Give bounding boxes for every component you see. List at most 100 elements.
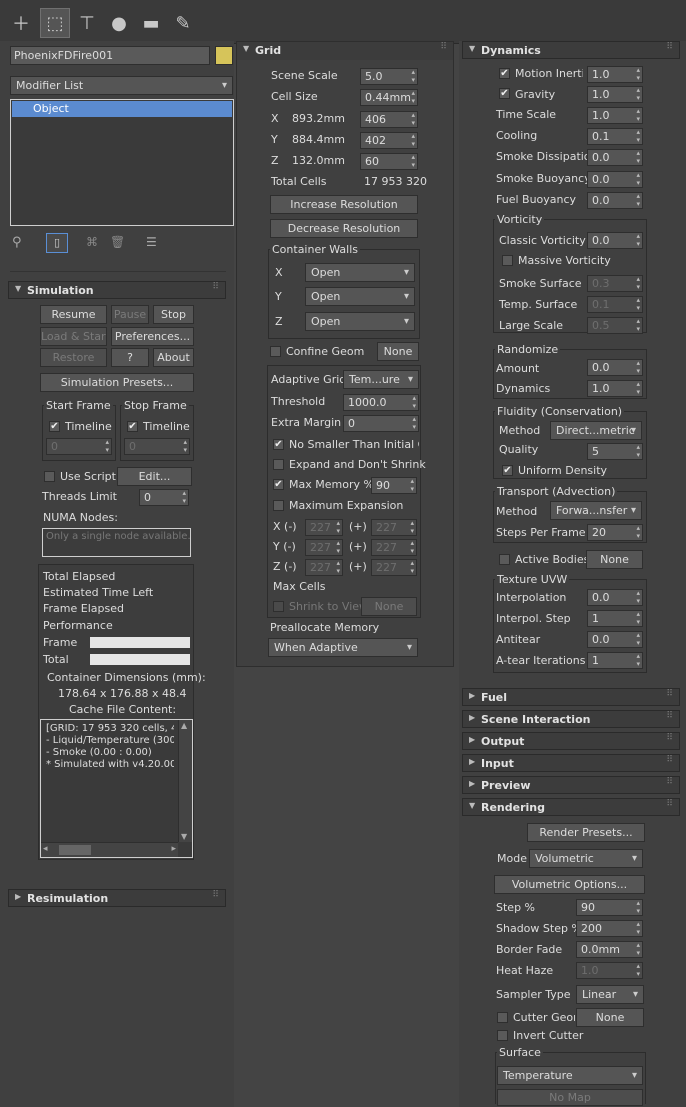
atear-iterations-spinner[interactable]: 1 [587, 652, 643, 669]
create-icon[interactable]: ＋ [6, 8, 36, 38]
surface-map-button[interactable]: No Map [497, 1089, 643, 1106]
uniform-density-checkbox[interactable]: ✔ [502, 465, 513, 476]
shrink-to-view-checkbox[interactable] [273, 601, 284, 612]
remove-modifier-icon[interactable]: 🗑 [110, 235, 125, 249]
stop-timeline-checkbox[interactable]: ✔ [127, 421, 138, 432]
interpolation-spinner[interactable]: 0.0 [587, 589, 643, 606]
rollout-preview[interactable]: ▶ Preview ⠿ [462, 776, 680, 794]
heat-haze-spinner[interactable]: 1.0 [576, 962, 643, 979]
rollout-fuel[interactable]: ▶ Fuel ⠿ [462, 688, 680, 706]
time-scale-spinner[interactable]: 1.0 [587, 107, 643, 124]
stop-frame-spinner[interactable]: 0 [124, 438, 190, 455]
temp-surface-spinner[interactable]: 0.1 [587, 296, 643, 313]
max-memory-spinner[interactable]: 90 [371, 477, 417, 494]
no-smaller-checkbox[interactable]: ✔ [273, 439, 284, 450]
smoke-buoyancy-spinner[interactable]: 0.0 [587, 171, 643, 188]
restore-button[interactable]: Restore [40, 348, 107, 367]
increase-resolution-button[interactable]: Increase Resolution [270, 195, 418, 214]
use-script-checkbox[interactable] [44, 471, 55, 482]
object-name-input[interactable]: PhoenixFDFire001 [10, 46, 210, 65]
motion-inertia-checkbox[interactable]: ✔ [499, 68, 510, 79]
z-cells-spinner[interactable]: 60 [360, 153, 418, 170]
cell-size-spinner[interactable]: 0.44mm [360, 89, 418, 106]
large-scale-spinner[interactable]: 0.5 [587, 317, 643, 334]
steps-per-frame-spinner[interactable]: 20 [587, 524, 643, 541]
render-presets-button[interactable]: Render Presets... [527, 823, 645, 842]
preallocate-memory-dropdown[interactable]: When Adaptive [268, 638, 418, 657]
fuel-buoyancy-spinner[interactable]: 0.0 [587, 192, 643, 209]
display-icon[interactable]: ▬ [136, 8, 166, 38]
randomize-dynamics-spinner[interactable]: 1.0 [587, 380, 643, 397]
confine-geom-checkbox[interactable] [270, 346, 281, 357]
wall-y-dropdown[interactable]: Open [305, 287, 415, 306]
confine-geom-pick-button[interactable]: None [377, 342, 419, 361]
surface-channel-dropdown[interactable]: Temperature [497, 1066, 643, 1085]
transport-method-dropdown[interactable]: Forwa...nsfer [550, 501, 642, 520]
interpol-step-spinner[interactable]: 1 [587, 610, 643, 627]
help-button[interactable]: ? [111, 348, 149, 367]
rollout-grid-header[interactable]: ▼ Grid ⠿ [237, 42, 453, 60]
rollout-scene-interaction[interactable]: ▶ Scene Interaction ⠿ [462, 710, 680, 728]
smoke-surface-spinner[interactable]: 0.3 [587, 275, 643, 292]
rollout-input[interactable]: ▶ Input ⠿ [462, 754, 680, 772]
x-cells-spinner[interactable]: 406 [360, 111, 418, 128]
expand-checkbox[interactable] [273, 459, 284, 470]
numa-nodes-list[interactable]: Only a single node available. [42, 528, 191, 557]
mode-dropdown[interactable]: Volumetric [529, 849, 643, 868]
amount-spinner[interactable]: 0.0 [587, 359, 643, 376]
cache-content-textarea[interactable]: [GRID: 17 953 320 cells, 4 - Liquid/Temp… [40, 719, 193, 858]
edit-script-button[interactable]: Edit... [117, 467, 192, 486]
pause-button[interactable]: Pause [111, 305, 149, 324]
start-timeline-checkbox[interactable]: ✔ [49, 421, 60, 432]
rollout-resimulation[interactable]: ▶ Resimulation ⠿ [8, 889, 226, 907]
z-pos-spinner[interactable]: 227 [371, 559, 417, 576]
threads-limit-spinner[interactable]: 0 [139, 489, 189, 506]
scene-scale-spinner[interactable]: 5.0 [360, 68, 418, 85]
motion-icon[interactable]: ● [104, 8, 134, 38]
load-start-button[interactable]: Load & Start [40, 327, 107, 346]
wall-x-dropdown[interactable]: Open [305, 263, 415, 282]
gravity-spinner[interactable]: 1.0 [587, 86, 643, 103]
modify-icon[interactable]: ⬚ [40, 8, 70, 38]
border-fade-spinner[interactable]: 0.0mm [576, 941, 643, 958]
step-spinner[interactable]: 90 [576, 899, 643, 916]
adaptive-grid-dropdown[interactable]: Tem...ure [343, 370, 419, 389]
wall-z-dropdown[interactable]: Open [305, 312, 415, 331]
sampler-type-dropdown[interactable]: Linear [576, 985, 644, 1004]
active-bodies-pick-button[interactable]: None [586, 550, 643, 569]
preferences-button[interactable]: Preferences... [111, 327, 194, 346]
gravity-checkbox[interactable]: ✔ [499, 88, 510, 99]
rollout-rendering[interactable]: ▼ Rendering ⠿ [462, 798, 680, 816]
volumetric-options-button[interactable]: Volumetric Options... [494, 875, 645, 894]
antitear-spinner[interactable]: 0.0 [587, 631, 643, 648]
utilities-icon[interactable]: ✎ [168, 8, 198, 38]
max-expansion-checkbox[interactable] [273, 500, 284, 511]
hierarchy-icon[interactable]: ⊤ [72, 8, 102, 38]
cooling-spinner[interactable]: 0.1 [587, 128, 643, 145]
shrink-pick-button[interactable]: None [361, 597, 417, 616]
simulation-presets-button[interactable]: Simulation Presets... [40, 373, 194, 392]
modifier-list-dropdown[interactable]: Modifier List [10, 76, 233, 95]
object-color-swatch[interactable] [215, 46, 233, 65]
invert-cutter-checkbox[interactable] [497, 1030, 508, 1041]
fluidity-method-dropdown[interactable]: Direct...metric [550, 421, 642, 440]
show-end-result-icon[interactable]: ▯ [46, 233, 68, 253]
massive-vorticity-checkbox[interactable] [502, 255, 513, 266]
y-cells-spinner[interactable]: 402 [360, 132, 418, 149]
x-pos-spinner[interactable]: 227 [371, 519, 417, 536]
configure-modifier-sets-icon[interactable]: ☰ [146, 235, 157, 249]
classic-vorticity-spinner[interactable]: 0.0 [587, 232, 643, 249]
rollout-simulation[interactable]: ▼ Simulation ⠿ [8, 281, 226, 299]
resume-button[interactable]: Resume [40, 305, 107, 324]
horizontal-scrollbar[interactable]: ◂ ▸ [41, 842, 178, 857]
stop-button[interactable]: Stop [153, 305, 194, 324]
pin-stack-icon[interactable]: ⚲ [12, 235, 22, 250]
cutter-geom-checkbox[interactable] [497, 1012, 508, 1023]
y-neg-spinner[interactable]: 227 [305, 539, 343, 556]
cutter-geom-pick-button[interactable]: None [576, 1008, 644, 1027]
make-unique-icon[interactable]: ⌘ [86, 235, 98, 249]
z-neg-spinner[interactable]: 227 [305, 559, 343, 576]
vertical-scrollbar[interactable]: ▲ ▼ [178, 720, 192, 842]
rollout-dynamics[interactable]: ▼ Dynamics ⠿ [462, 41, 680, 59]
about-button[interactable]: About [153, 348, 194, 367]
